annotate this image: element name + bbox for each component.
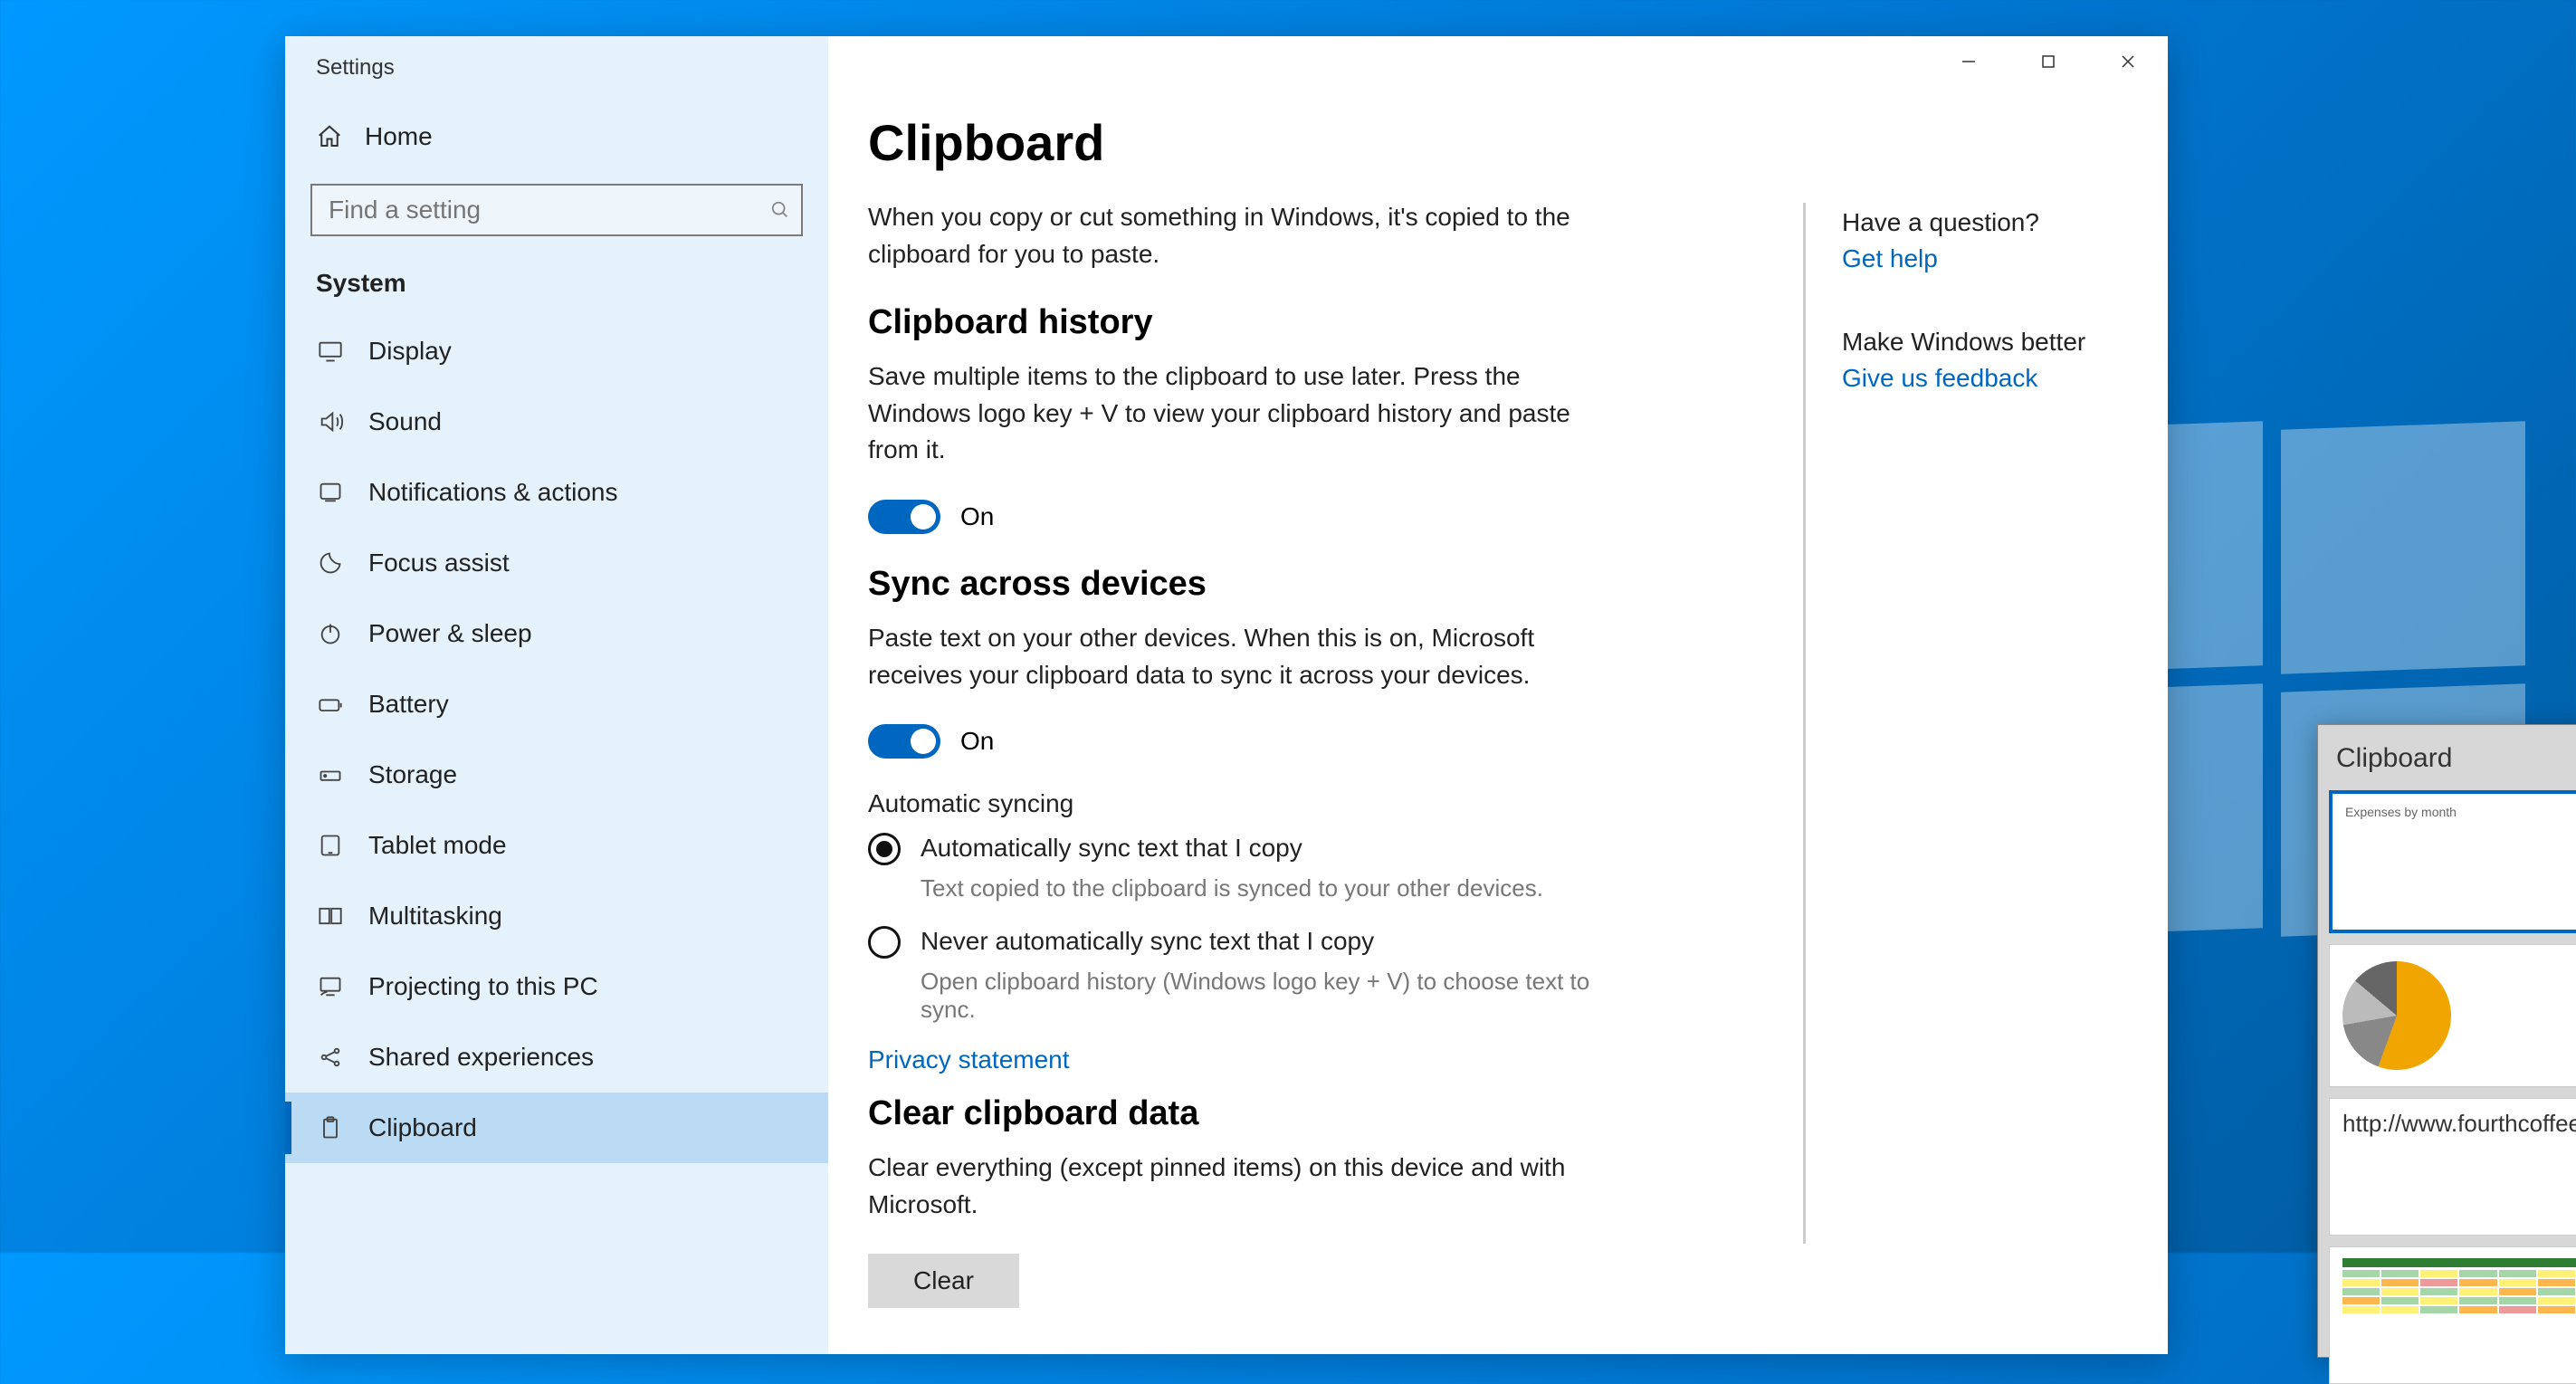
sidebar-item-label: Display — [368, 337, 452, 366]
display-icon — [316, 337, 345, 366]
titlebar — [1929, 36, 2168, 86]
clipboard-item[interactable]: ⋯ Expenses by month — [2329, 790, 2576, 933]
sidebar-item-storage[interactable]: Storage — [285, 740, 828, 810]
sidebar-item-sound[interactable]: Sound — [285, 387, 828, 457]
sidebar-item-multitasking[interactable]: Multitasking — [285, 881, 828, 951]
feedback-link[interactable]: Give us feedback — [1842, 364, 2085, 393]
sync-toggle[interactable] — [868, 724, 940, 759]
sidebar-home[interactable]: Home — [285, 102, 828, 171]
auto-sync-label: Automatic syncing — [868, 789, 1766, 818]
radio-auto-sync[interactable]: Automatically sync text that I copy — [868, 831, 1766, 865]
sidebar-item-focus-assist[interactable]: Focus assist — [285, 528, 828, 598]
question-heading: Have a question? — [1842, 208, 2085, 237]
clipboard-history-state: On — [960, 502, 994, 531]
sync-state: On — [960, 727, 994, 756]
privacy-link[interactable]: Privacy statement — [868, 1045, 1070, 1074]
home-icon — [316, 123, 343, 150]
sidebar-item-label: Power & sleep — [368, 619, 532, 648]
clipboard-flyout: Clipboard ⋯ Expenses by month ⋯ ⋯ http:/… — [2317, 724, 2576, 1358]
sidebar: Settings Home System Display Sound Notif… — [285, 36, 828, 1354]
projecting-icon — [316, 972, 345, 1001]
bar-chart-thumbnail — [2345, 832, 2576, 919]
sidebar-home-label: Home — [365, 122, 433, 151]
clipboard-history-desc: Save multiple items to the clipboard to … — [868, 358, 1592, 469]
content-area: Clipboard When you copy or cut something… — [828, 36, 2168, 1354]
sync-desc: Paste text on your other devices. When t… — [868, 620, 1592, 693]
pie-chart-thumbnail — [2342, 961, 2451, 1070]
sidebar-item-battery[interactable]: Battery — [285, 669, 828, 740]
clear-desc: Clear everything (except pinned items) o… — [868, 1150, 1592, 1223]
tablet-icon — [316, 831, 345, 860]
sync-heading: Sync across devices — [868, 565, 1766, 604]
sidebar-item-label: Multitasking — [368, 902, 502, 931]
radio-never-sub: Open clipboard history (Windows logo key… — [921, 968, 1590, 1024]
sidebar-item-display[interactable]: Display — [285, 316, 828, 387]
page-title: Clipboard — [868, 113, 1766, 172]
multitasking-icon — [316, 902, 345, 931]
table-thumbnail — [2342, 1258, 2576, 1313]
shared-icon — [316, 1043, 345, 1072]
sidebar-item-projecting[interactable]: Projecting to this PC — [285, 951, 828, 1022]
sidebar-item-tablet-mode[interactable]: Tablet mode — [285, 810, 828, 881]
sidebar-item-notifications[interactable]: Notifications & actions — [285, 457, 828, 528]
sidebar-item-shared-experiences[interactable]: Shared experiences — [285, 1022, 828, 1093]
clipboard-item[interactable]: ⋯ — [2329, 1246, 2576, 1384]
sidebar-item-label: Storage — [368, 760, 457, 789]
app-title: Settings — [285, 52, 828, 102]
right-column: Have a question? Get help Make Windows b… — [1806, 36, 2122, 1354]
radio-icon — [868, 833, 901, 865]
sidebar-item-power-sleep[interactable]: Power & sleep — [285, 598, 828, 669]
clipboard-history-toggle[interactable] — [868, 500, 940, 534]
flyout-title: Clipboard — [2329, 738, 2576, 790]
sidebar-item-label: Sound — [368, 407, 442, 436]
sidebar-item-label: Notifications & actions — [368, 478, 617, 507]
sidebar-item-label: Projecting to this PC — [368, 972, 598, 1001]
minimize-button[interactable] — [1929, 36, 2008, 86]
maximize-button[interactable] — [2008, 36, 2088, 86]
clipboard-item[interactable]: ⋯ — [2329, 944, 2576, 1087]
settings-window: Settings Home System Display Sound Notif… — [285, 36, 2168, 1354]
search-icon — [770, 200, 790, 220]
chart-caption: Expenses by month — [2345, 805, 2576, 819]
clipboard-history-heading: Clipboard history — [868, 303, 1766, 342]
sound-icon — [316, 407, 345, 436]
radio-never-sync[interactable]: Never automatically sync text that I cop… — [868, 924, 1766, 959]
clipboard-item[interactable]: ⋯ http://www.fourthcoffee.com/ — [2329, 1098, 2576, 1236]
sidebar-item-label: Focus assist — [368, 549, 510, 577]
radio-never-label: Never automatically sync text that I cop… — [921, 924, 1374, 959]
close-button[interactable] — [2088, 36, 2168, 86]
sidebar-section-label: System — [285, 253, 828, 316]
clipboard-icon — [316, 1113, 345, 1142]
feedback-heading: Make Windows better — [1842, 328, 2085, 357]
main-panel: Clipboard When you copy or cut something… — [828, 36, 1806, 1354]
radio-auto-sub: Text copied to the clipboard is synced t… — [921, 874, 1590, 902]
clipboard-text: http://www.fourthcoffee.com/ — [2342, 1110, 2576, 1138]
battery-icon — [316, 690, 345, 719]
notifications-icon — [316, 478, 345, 507]
clear-heading: Clear clipboard data — [868, 1094, 1766, 1133]
get-help-link[interactable]: Get help — [1842, 244, 2085, 273]
radio-auto-label: Automatically sync text that I copy — [921, 831, 1302, 865]
focus-assist-icon — [316, 549, 345, 577]
sidebar-item-label: Battery — [368, 690, 449, 719]
radio-icon — [868, 926, 901, 959]
sidebar-item-label: Clipboard — [368, 1113, 477, 1142]
intro-text: When you copy or cut something in Window… — [868, 199, 1592, 272]
clear-button[interactable]: Clear — [868, 1254, 1019, 1308]
power-icon — [316, 619, 345, 648]
sidebar-item-label: Tablet mode — [368, 831, 507, 860]
storage-icon — [316, 760, 345, 789]
sidebar-item-clipboard[interactable]: Clipboard — [285, 1093, 828, 1163]
sidebar-item-label: Shared experiences — [368, 1043, 594, 1072]
search-input[interactable] — [310, 184, 803, 236]
